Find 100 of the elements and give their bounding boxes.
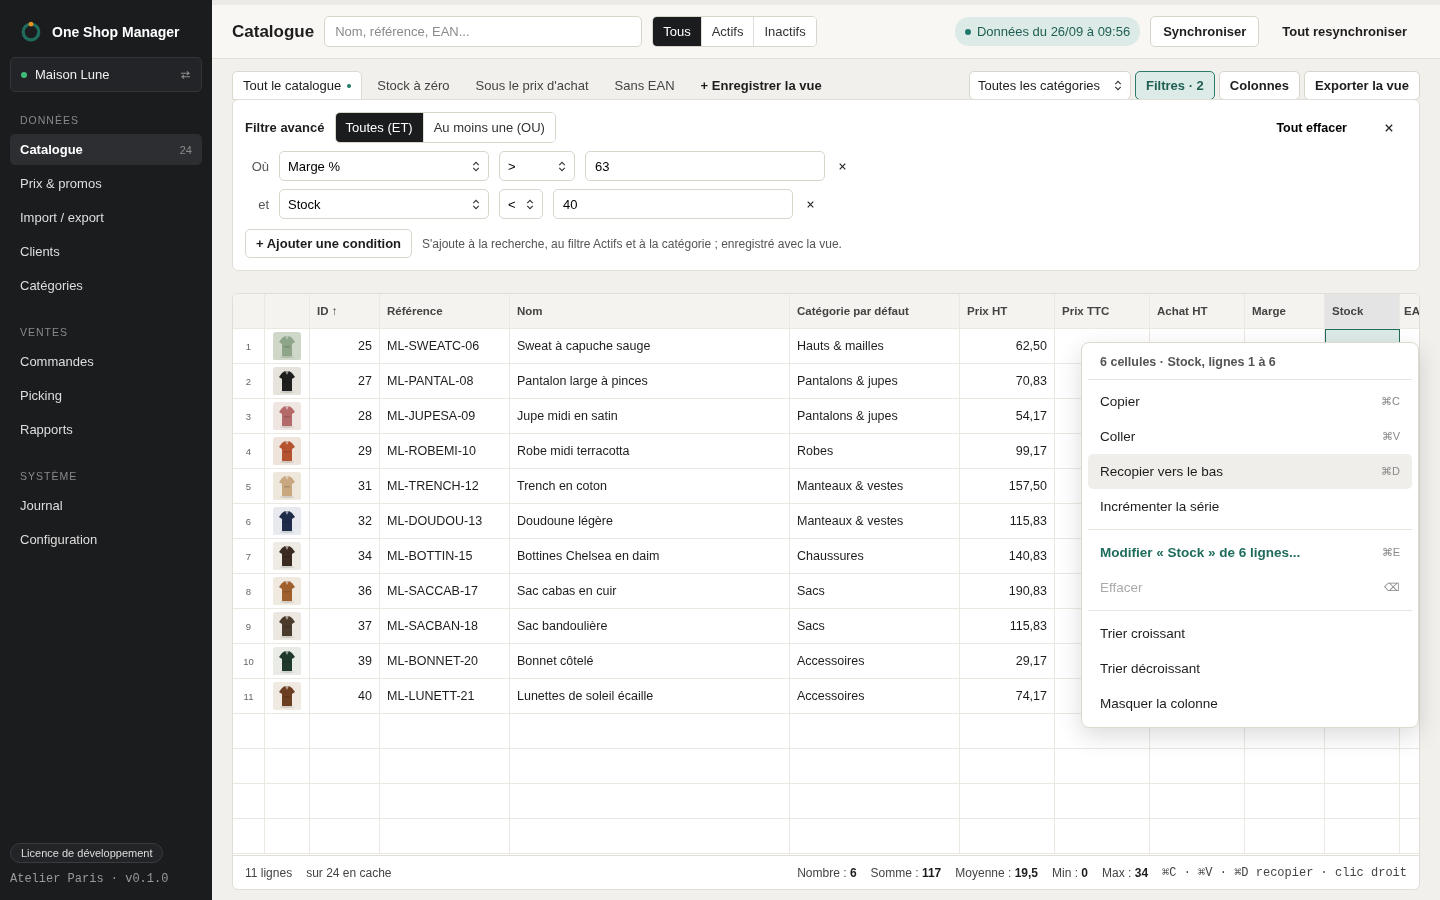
connector-label: et	[257, 196, 269, 212]
row-number: 8	[233, 574, 265, 608]
nav-item[interactable]: Rapports	[10, 414, 202, 445]
filters-button[interactable]: Filtres · 2	[1135, 71, 1215, 100]
row-number: 10	[233, 644, 265, 678]
table-cell: 115,83	[1009, 514, 1047, 528]
close-icon	[807, 200, 814, 208]
table-cell: ML-TRENCH-12	[387, 479, 479, 493]
operator-select[interactable]: >	[499, 151, 575, 181]
nav-item[interactable]: Prix & promos	[10, 168, 202, 199]
table-cell: Chaussures	[797, 549, 864, 563]
table-cell: ML-SACCAB-17	[387, 584, 478, 598]
shortcut-hint: ⌘C · ⌘V · ⌘D recopier · clic droit	[1162, 865, 1407, 880]
value-field[interactable]: 40	[553, 189, 793, 219]
table-cell: 39	[358, 654, 372, 668]
menu-title: 6 cellules · Stock, lignes 1 à 6	[1088, 343, 1412, 380]
license-badge: Licence de développement	[10, 843, 164, 863]
column-header[interactable]: EA	[1400, 294, 1419, 328]
menu-item[interactable]: Copier ⌘C	[1088, 384, 1412, 419]
table-cell: Bonnet côtelé	[517, 654, 594, 668]
table-cell: ML-JUPESA-09	[387, 409, 476, 423]
stat-text: Min : 0	[1052, 865, 1089, 880]
table-cell: ML-SWEATC-06	[387, 339, 480, 353]
filter-title: Filtre avancé	[245, 120, 325, 135]
table-cell: 74,17	[1015, 689, 1047, 703]
nav-item[interactable]: Catégories	[10, 270, 202, 301]
close-icon	[839, 162, 846, 170]
section-label: DONNÉES	[19, 113, 80, 128]
table-cell: 29,17	[1015, 654, 1047, 668]
filter-hint: S'ajoute à la recherche, au filtre Actifs et à la catégorie ; enregistré avec la vue.	[422, 236, 842, 251]
column-header[interactable]: Nom	[510, 294, 790, 328]
table-cell: 36	[358, 584, 372, 598]
nav-item[interactable]: Journal	[10, 490, 202, 521]
stat-text: Moyenne : 19,5	[955, 865, 1038, 880]
table-cell: Accessoires	[797, 689, 865, 703]
column-header[interactable]: ID ↑	[310, 294, 380, 328]
menu-item[interactable]: Coller ⌘V	[1088, 419, 1412, 454]
table-cell: 29	[358, 444, 372, 458]
table-cell: Lunettes de soleil écaille	[517, 689, 654, 703]
column-header[interactable]: Prix TTC	[1055, 294, 1150, 328]
menu-item[interactable]: Incrémenter la série	[1088, 489, 1412, 524]
table-cell: Manteaux & vestes	[797, 479, 904, 493]
operator-select[interactable]: <	[499, 189, 543, 219]
sync-button[interactable]: Synchroniser	[1150, 16, 1260, 47]
view-tab[interactable]: Sans EAN	[603, 71, 686, 100]
mode-toggle[interactable]: Toutes (ET)	[335, 113, 424, 142]
store-selector[interactable]: Maison Lune	[10, 57, 202, 92]
filter-toggle[interactable]: Tous	[653, 17, 702, 46]
field-select[interactable]: Marge %	[279, 151, 489, 181]
value-field[interactable]: 63	[585, 151, 825, 181]
logo-icon	[20, 21, 42, 43]
table-cell: 25	[358, 339, 372, 353]
menu-item[interactable]: Trier croissant	[1088, 616, 1412, 651]
menu-item[interactable]: Trier décroissant	[1088, 651, 1412, 686]
column-header[interactable]: Catégorie par défaut	[790, 294, 960, 328]
table-cell: Pantalons & jupes	[797, 409, 898, 423]
category-select[interactable]: Toutes les catégories	[968, 71, 1132, 100]
table-cell: 62,50	[1015, 339, 1047, 353]
chevron-icon	[1114, 80, 1123, 91]
table-cell: Robes	[797, 444, 834, 458]
chevron-icon	[526, 198, 534, 210]
save-view-button[interactable]: + Enregistrer la vue	[689, 71, 833, 100]
clear-all-button[interactable]: Tout effacer	[1270, 119, 1353, 136]
menu-item[interactable]: Masquer la colonne	[1088, 686, 1412, 721]
table-cell: Bottines Chelsea en daim	[517, 549, 660, 563]
chevron-icon	[472, 160, 480, 172]
search-field[interactable]: Nom, référence, EAN...	[324, 16, 643, 47]
nav-item[interactable]: Picking	[10, 380, 202, 411]
column-header[interactable]: Stock	[1325, 294, 1400, 328]
resync-button[interactable]: Tout resynchroniser	[1269, 16, 1420, 47]
nav-item[interactable]: Import / export	[10, 202, 202, 233]
column-header[interactable]: Prix HT	[960, 294, 1055, 328]
export-button[interactable]: Exporter la vue	[1304, 71, 1420, 100]
columns-button[interactable]: Colonnes	[1218, 71, 1301, 100]
table-cell: Manteaux & vestes	[797, 514, 904, 528]
column-header[interactable]: Référence	[380, 294, 510, 328]
table-cell: 157,50	[1008, 479, 1047, 493]
nav-item[interactable]: Catalogue 24	[10, 134, 202, 165]
add-condition-button[interactable]: + Ajouter une condition	[245, 229, 413, 258]
nav-item[interactable]: Configuration	[10, 524, 202, 555]
table-cell: Robe midi terracotta	[517, 444, 630, 458]
nav-item[interactable]: Clients	[10, 236, 202, 267]
version-text: Atelier Paris · v0.1.0	[10, 872, 169, 886]
column-header[interactable]: Achat HT	[1150, 294, 1245, 328]
stat-text: Somme : 117	[870, 865, 942, 880]
menu-item[interactable]: Recopier vers le bas ⌘D	[1088, 454, 1412, 489]
field-select[interactable]: Stock	[279, 189, 489, 219]
table-cell: Pantalon large à pinces	[517, 374, 648, 388]
table-cell: 32	[358, 514, 372, 528]
table-cell: ML-LUNETT-21	[387, 689, 475, 703]
nav-item[interactable]: Commandes	[10, 346, 202, 377]
table-cell: ML-ROBEMI-10	[387, 444, 476, 458]
row-number: 1	[233, 329, 265, 363]
swap-icon	[180, 69, 191, 80]
menu-item[interactable]: Modifier « Stock » de 6 lignes... ⌘E	[1088, 535, 1412, 570]
view-tab[interactable]: Stock à zéro	[366, 71, 461, 100]
row-number: 9	[233, 609, 265, 643]
table-cell: ML-SACBAN-18	[387, 619, 478, 633]
view-tab[interactable]: Sous le prix d'achat	[464, 71, 600, 100]
view-tab[interactable]: Tout le catalogue	[232, 71, 363, 100]
